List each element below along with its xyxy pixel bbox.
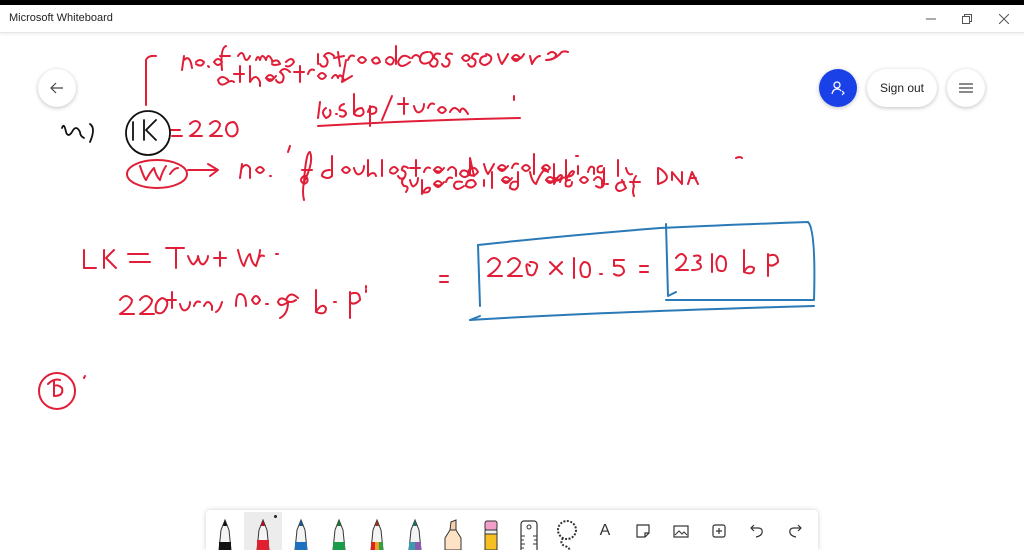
eraser-tool[interactable] <box>472 512 510 550</box>
undo-button[interactable] <box>738 512 776 550</box>
insert-icon <box>712 524 726 538</box>
text-icon: A <box>599 522 611 539</box>
lasso-icon <box>557 520 577 550</box>
sign-out-label: Sign out <box>879 81 925 95</box>
ink-circle-b <box>38 372 76 410</box>
selected-indicator <box>274 515 277 518</box>
title-bar: Microsoft Whiteboard <box>0 5 1024 33</box>
minimize-button[interactable] <box>912 5 950 32</box>
app-title: Microsoft Whiteboard <box>9 12 113 24</box>
text-tool[interactable]: A <box>586 512 624 550</box>
invite-button[interactable] <box>819 69 857 107</box>
whiteboard-canvas[interactable]: Sign out <box>0 33 1024 548</box>
sticky-note-tool[interactable] <box>624 512 662 550</box>
ink-layer <box>38 45 816 410</box>
close-button[interactable] <box>985 5 1023 32</box>
image-icon <box>673 524 689 538</box>
minimize-icon <box>926 18 936 19</box>
ink-text-other-strand <box>217 59 353 87</box>
galaxy-pen-tool[interactable] <box>396 512 434 550</box>
undo-icon <box>750 524 763 538</box>
rainbow-pen-icon <box>370 518 384 550</box>
ink-bracket-line <box>145 54 157 106</box>
sign-out-button[interactable]: Sign out <box>867 69 937 107</box>
ruler-icon <box>520 520 538 550</box>
lasso-tool[interactable] <box>548 512 586 550</box>
highlighter-tool[interactable] <box>434 512 472 550</box>
highlighter-icon <box>444 519 462 550</box>
restore-button[interactable] <box>948 5 986 32</box>
inking-toolbar: A <box>206 510 818 550</box>
rainbow-pen-tool[interactable] <box>358 512 396 550</box>
sticky-note-icon <box>636 524 650 538</box>
eraser-icon <box>484 520 498 550</box>
ruler-tool[interactable] <box>510 512 548 550</box>
green-pen-tool[interactable] <box>320 512 358 550</box>
red-pen-tool[interactable] <box>244 512 282 550</box>
ink-arrow <box>187 163 219 177</box>
blue-pen-icon <box>294 518 308 550</box>
ink-equals <box>439 275 449 283</box>
back-button[interactable] <box>38 69 76 107</box>
insert-tool[interactable] <box>700 512 738 550</box>
red-pen-icon <box>256 518 270 550</box>
ink-text-strand-crosses-over <box>319 45 569 68</box>
ink-underline <box>317 117 521 127</box>
ink-text-220-turn <box>119 285 367 319</box>
redo-button[interactable] <box>776 512 814 550</box>
green-pen-icon <box>332 518 346 550</box>
ink-text-b <box>47 378 64 397</box>
ink-text-lk-equation <box>83 247 279 269</box>
black-pen-tool[interactable] <box>206 512 244 550</box>
ink-text-double-strand <box>239 151 475 201</box>
redo-icon <box>789 524 802 538</box>
ink-text-2310bp <box>675 249 779 277</box>
restore-icon <box>962 13 972 24</box>
menu-button[interactable] <box>947 69 985 107</box>
galaxy-pen-icon <box>408 518 422 550</box>
ink-text-220 <box>169 120 239 138</box>
ink-text-lk <box>132 119 157 141</box>
ink-text-a-label <box>61 123 94 143</box>
blue-pen-tool[interactable] <box>282 512 320 550</box>
close-icon <box>999 13 1009 24</box>
black-pen-icon <box>218 518 232 550</box>
ink-text-220x10.5 <box>487 257 649 279</box>
hamburger-icon <box>959 83 973 93</box>
ink-text-no-of-times <box>181 45 295 71</box>
image-tool[interactable] <box>662 512 700 550</box>
arrow-left-icon <box>50 82 63 94</box>
add-person-icon <box>831 81 845 96</box>
